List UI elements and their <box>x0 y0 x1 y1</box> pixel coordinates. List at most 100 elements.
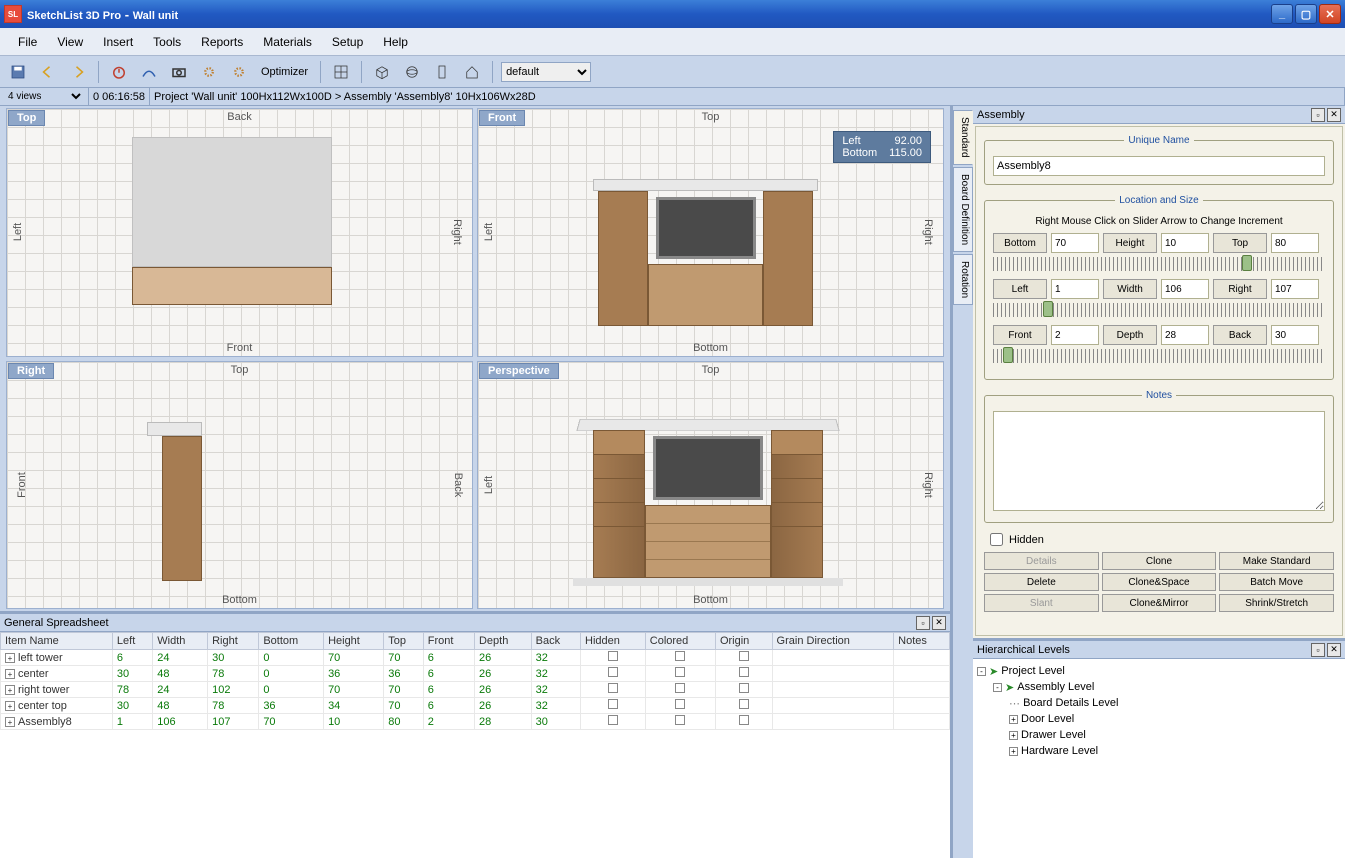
slider-horizontal[interactable] <box>993 303 1325 317</box>
right-button[interactable]: Right <box>1213 279 1267 299</box>
column-header[interactable]: Notes <box>894 633 950 650</box>
hierarchy-tree[interactable]: -➤ Project Level -➤ Assembly Level ⋯ Boa… <box>973 659 1345 858</box>
slider-vertical[interactable] <box>993 257 1325 271</box>
batch-move-button[interactable]: Batch Move <box>1219 573 1334 591</box>
unique-name-input[interactable] <box>993 156 1325 176</box>
dock-icon[interactable]: ▫ <box>1311 643 1325 657</box>
table-row[interactable]: +right tower78241020707062632 <box>1 682 950 698</box>
grid-icon[interactable] <box>329 60 353 84</box>
optimizer-button[interactable]: Optimizer <box>257 66 312 78</box>
column-header[interactable]: Left <box>112 633 152 650</box>
column-header[interactable]: Height <box>324 633 384 650</box>
column-header[interactable]: Origin <box>715 633 772 650</box>
viewport-front[interactable]: Front Top Bottom Left Right Left92.00 Bo… <box>477 108 944 357</box>
left-button[interactable]: Left <box>993 279 1047 299</box>
delete-button[interactable]: Delete <box>984 573 1099 591</box>
views-select[interactable]: 4 views <box>4 90 84 103</box>
column-header[interactable]: Back <box>531 633 580 650</box>
menu-help[interactable]: Help <box>373 31 418 53</box>
right-input[interactable] <box>1271 279 1319 299</box>
menu-view[interactable]: View <box>47 31 93 53</box>
undo-icon[interactable] <box>36 60 60 84</box>
camera-icon[interactable] <box>167 60 191 84</box>
gear1-icon[interactable] <box>197 60 221 84</box>
cube-icon[interactable] <box>370 60 394 84</box>
width-button[interactable]: Width <box>1103 279 1157 299</box>
dock-icon[interactable]: ▫ <box>916 616 930 630</box>
height-button[interactable]: Height <box>1103 233 1157 253</box>
save-icon[interactable] <box>6 60 30 84</box>
fs-notes: Notes <box>1142 390 1176 401</box>
column-header[interactable]: Colored <box>645 633 715 650</box>
slant-button[interactable]: Slant <box>984 594 1099 612</box>
tab-standard[interactable]: Standard <box>953 110 973 165</box>
panel-icon[interactable] <box>430 60 454 84</box>
dock-icon[interactable]: ▫ <box>1311 108 1325 122</box>
minimize-button[interactable]: _ <box>1271 4 1293 24</box>
front-button[interactable]: Front <box>993 325 1047 345</box>
depth-input[interactable] <box>1161 325 1209 345</box>
table-row[interactable]: +Assembly8110610770108022830 <box>1 714 950 730</box>
column-header[interactable]: Bottom <box>259 633 324 650</box>
make-standard-button[interactable]: Make Standard <box>1219 552 1334 570</box>
redo-icon[interactable] <box>66 60 90 84</box>
close-icon[interactable]: ✕ <box>932 616 946 630</box>
viewport-perspective[interactable]: Perspective Top Bottom Left Right <box>477 361 944 610</box>
maximize-button[interactable]: ▢ <box>1295 4 1317 24</box>
viewport-top[interactable]: Top Back Front Left Right <box>6 108 473 357</box>
left-input[interactable] <box>1051 279 1099 299</box>
width-input[interactable] <box>1161 279 1209 299</box>
table-row[interactable]: +center top30487836347062632 <box>1 698 950 714</box>
close-icon[interactable]: ✕ <box>1327 108 1341 122</box>
menu-file[interactable]: File <box>8 31 47 53</box>
bottom-input[interactable] <box>1051 233 1099 253</box>
menu-tools[interactable]: Tools <box>143 31 191 53</box>
model-top-shelf <box>593 179 818 191</box>
gear2-icon[interactable] <box>227 60 251 84</box>
clone-space-button[interactable]: Clone&Space <box>1102 573 1217 591</box>
sphere-icon[interactable] <box>400 60 424 84</box>
clone-button[interactable]: Clone <box>1102 552 1217 570</box>
top-input[interactable] <box>1271 233 1319 253</box>
details-button[interactable]: Details <box>984 552 1099 570</box>
column-header[interactable]: Top <box>384 633 423 650</box>
model-left-tower <box>598 191 648 326</box>
column-header[interactable]: Front <box>423 633 474 650</box>
menu-insert[interactable]: Insert <box>93 31 143 53</box>
column-header[interactable]: Width <box>153 633 208 650</box>
shrink-stretch-button[interactable]: Shrink/Stretch <box>1219 594 1334 612</box>
slider-depth[interactable] <box>993 349 1325 363</box>
column-header[interactable]: Right <box>208 633 259 650</box>
viewport-right[interactable]: Right Top Bottom Front Back <box>6 361 473 610</box>
notes-textarea[interactable] <box>993 411 1325 511</box>
timer-icon[interactable] <box>107 60 131 84</box>
table-row[interactable]: +left tower624300707062632 <box>1 650 950 666</box>
top-button[interactable]: Top <box>1213 233 1267 253</box>
back-input[interactable] <box>1271 325 1319 345</box>
tab-rotation[interactable]: Rotation <box>953 254 973 305</box>
house-icon[interactable] <box>460 60 484 84</box>
preset-select[interactable]: default <box>501 62 591 82</box>
column-header[interactable]: Item Name <box>1 633 113 650</box>
menu-materials[interactable]: Materials <box>253 31 322 53</box>
column-header[interactable]: Depth <box>474 633 531 650</box>
height-input[interactable] <box>1161 233 1209 253</box>
front-input[interactable] <box>1051 325 1099 345</box>
menu-reports[interactable]: Reports <box>191 31 253 53</box>
close-icon[interactable]: ✕ <box>1327 643 1341 657</box>
hidden-checkbox[interactable] <box>990 533 1003 546</box>
column-header[interactable]: Hidden <box>581 633 646 650</box>
column-header[interactable]: Grain Direction <box>772 633 894 650</box>
coord-overlay: Left92.00 Bottom115.00 <box>833 131 931 163</box>
back-button[interactable]: Back <box>1213 325 1267 345</box>
assembly-panel: Assembly ▫ ✕ Unique Name Location and Si… <box>973 106 1345 638</box>
clone-mirror-button[interactable]: Clone&Mirror <box>1102 594 1217 612</box>
bottom-button[interactable]: Bottom <box>993 233 1047 253</box>
spreadsheet-table[interactable]: Item NameLeftWidthRightBottomHeightTopFr… <box>0 632 950 730</box>
tab-board-definition[interactable]: Board Definition <box>953 167 973 252</box>
table-row[interactable]: +center3048780363662632 <box>1 666 950 682</box>
measure-icon[interactable] <box>137 60 161 84</box>
menu-setup[interactable]: Setup <box>322 31 373 53</box>
depth-button[interactable]: Depth <box>1103 325 1157 345</box>
close-button[interactable]: ✕ <box>1319 4 1341 24</box>
